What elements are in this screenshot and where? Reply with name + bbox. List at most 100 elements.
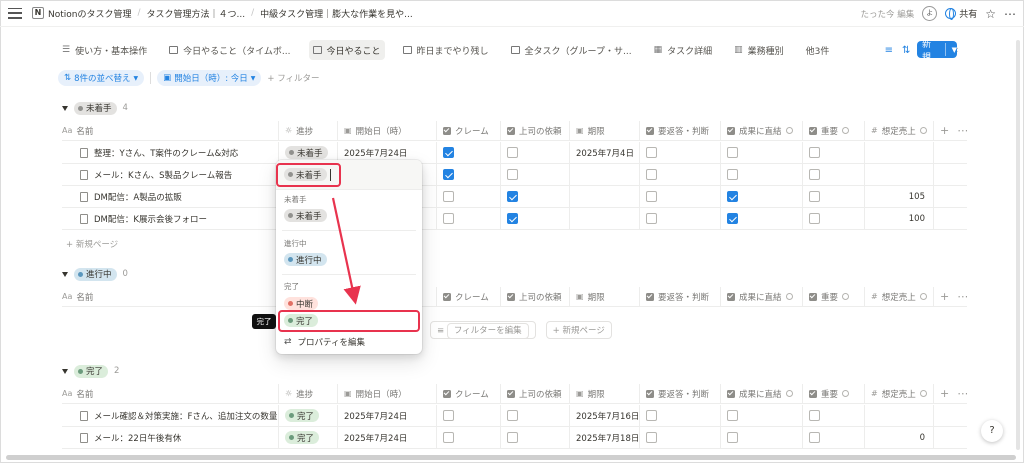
checkbox[interactable]: [443, 213, 454, 224]
cell-claim[interactable]: [436, 405, 500, 426]
tab-all-tasks[interactable]: 全タスク（グループ・サ...: [507, 40, 636, 60]
share-button[interactable]: 共有: [945, 7, 977, 20]
checkbox[interactable]: [507, 191, 518, 202]
date-filter-chip[interactable]: ▣ 開始日（時）: 今日 ▼: [157, 70, 262, 86]
horizontal-scrollbar[interactable]: [6, 455, 1016, 460]
checkbox[interactable]: [507, 147, 518, 158]
checkbox[interactable]: [809, 213, 820, 224]
tab-more[interactable]: 他3件: [802, 40, 834, 60]
cell-claim[interactable]: [436, 164, 500, 185]
vertical-scrollbar[interactable]: [1016, 40, 1020, 450]
add-column-icon[interactable]: +: [940, 124, 949, 137]
add-filter-button[interactable]: + フィルター: [267, 72, 319, 84]
cell-boss[interactable]: [500, 186, 569, 207]
cell-start[interactable]: 2025年7月24日: [337, 405, 436, 426]
checkbox[interactable]: [809, 432, 820, 443]
column-header-result[interactable]: 成果に直結: [720, 121, 802, 140]
cell-claim[interactable]: [436, 186, 500, 207]
table-row[interactable]: 整理：Yさん、T案件のクレーム&対応 未着手 2025年7月24日 2025年7月4日: [62, 142, 967, 164]
checkbox[interactable]: [727, 432, 738, 443]
checkbox[interactable]: [443, 191, 454, 202]
cell-important[interactable]: [802, 427, 864, 448]
sort-chip[interactable]: ⇅ 8件の並べ替え ▼: [58, 70, 145, 86]
breadcrumb-item[interactable]: Notionのタスク管理: [48, 7, 131, 20]
help-icon[interactable]: ?: [981, 420, 1003, 442]
status-badge[interactable]: 完了: [285, 409, 320, 422]
add-column-icon[interactable]: +: [940, 290, 949, 303]
add-page-button[interactable]: + 新規ページ: [66, 238, 118, 250]
checkbox[interactable]: [809, 147, 820, 158]
more-icon[interactable]: ⋯: [957, 124, 967, 137]
cell-sales[interactable]: 100: [864, 208, 933, 229]
filter-icon[interactable]: ≡: [885, 45, 893, 56]
status-option-stopped[interactable]: 中断: [284, 297, 319, 310]
column-header-result[interactable]: 成果に直結: [720, 384, 802, 403]
cell-important[interactable]: [802, 186, 864, 207]
tab-business-type[interactable]: ▥ 業務種別: [730, 40, 788, 60]
group-header-done[interactable]: 完了 2: [62, 364, 119, 378]
row-title[interactable]: メール：Kさん、S製品クレーム報告: [94, 169, 232, 181]
more-icon[interactable]: ⋯: [1004, 7, 1016, 21]
column-header-reply[interactable]: 要返答・判断: [639, 384, 720, 403]
more-icon[interactable]: ⋯: [957, 290, 967, 303]
cell-result[interactable]: [720, 208, 802, 229]
column-header-important[interactable]: 重要: [802, 121, 864, 140]
checkbox[interactable]: [646, 147, 657, 158]
column-header-claim[interactable]: クレーム: [436, 384, 500, 403]
cell-reply[interactable]: [639, 142, 720, 163]
edit-property-button[interactable]: ⇄ プロパティを編集: [284, 336, 365, 348]
column-header-start[interactable]: ▣ 開始日（時）: [337, 384, 436, 403]
avatar[interactable]: よ: [922, 6, 938, 21]
cell-important[interactable]: [802, 208, 864, 229]
checkbox[interactable]: [727, 147, 738, 158]
cell-deadline[interactable]: [569, 186, 639, 207]
cell-boss[interactable]: [500, 405, 569, 426]
add-column-icon[interactable]: +: [940, 387, 949, 400]
checkbox[interactable]: [443, 410, 454, 421]
cell-name[interactable]: メール：22日午後有休: [62, 427, 278, 448]
column-header-reply[interactable]: 要返答・判断: [639, 121, 720, 140]
checkbox[interactable]: [443, 432, 454, 443]
cell-name[interactable]: DM配信：K展示会後フォロー: [62, 208, 278, 229]
checkbox[interactable]: [507, 213, 518, 224]
row-title[interactable]: メール確認＆対策実施：Fさん、追加注文の数量: [94, 410, 277, 422]
table-row[interactable]: DM配信：K展示会後フォロー 100: [62, 208, 967, 230]
tab-today-timebox[interactable]: 今日やること（タイムボ...: [165, 40, 294, 60]
cell-claim[interactable]: [436, 142, 500, 163]
column-header-deadline[interactable]: ▣ 期限: [569, 121, 639, 140]
row-title[interactable]: 整理：Yさん、T案件のクレーム&対応: [94, 147, 238, 159]
column-header-boss[interactable]: 上司の依頼: [500, 121, 569, 140]
column-header-start[interactable]: ▣ 開始日（時）: [337, 121, 436, 140]
breadcrumb-item[interactable]: タスク管理方法｜４つ...: [147, 7, 246, 20]
checkbox[interactable]: [646, 191, 657, 202]
checkbox[interactable]: [809, 169, 820, 180]
cell-result[interactable]: [720, 427, 802, 448]
column-header-name[interactable]: Aa 名前: [62, 121, 278, 140]
cell-boss[interactable]: [500, 208, 569, 229]
column-header-sales[interactable]: # 想定売上: [864, 384, 933, 403]
group-header-in-progress[interactable]: 進行中 0: [62, 267, 128, 281]
column-header-boss[interactable]: 上司の依頼: [500, 384, 569, 403]
status-badge[interactable]: 完了: [285, 431, 320, 444]
cell-reply[interactable]: [639, 208, 720, 229]
cell-deadline[interactable]: [569, 164, 639, 185]
checkbox[interactable]: [443, 169, 454, 180]
tab-usage[interactable]: ☰ 使い方・基本操作: [58, 40, 151, 60]
breadcrumb-item[interactable]: 中級タスク管理｜膨大な作業を見や...: [260, 7, 413, 20]
checkbox[interactable]: [727, 213, 738, 224]
new-button[interactable]: 新規 ▼: [917, 40, 957, 63]
cell-name[interactable]: メール：Kさん、S製品クレーム報告: [62, 164, 278, 185]
cell-sales[interactable]: 105: [864, 186, 933, 207]
tab-task-detail[interactable]: ▦ タスク詳細: [650, 40, 717, 60]
cell-deadline[interactable]: 2025年7月18日: [569, 427, 639, 448]
status-option-in-progress[interactable]: 進行中: [284, 253, 327, 266]
column-header-name[interactable]: Aa 名前: [62, 287, 278, 306]
collapse-icon[interactable]: [62, 368, 68, 374]
new-page-button[interactable]: + 新規ページ: [545, 321, 612, 339]
table-row[interactable]: メール確認＆対策実施：Fさん、追加注文の数量 完了 2025年7月24日 2025年7…: [62, 405, 967, 427]
collapse-icon[interactable]: [62, 105, 68, 111]
column-header-important[interactable]: 重要: [802, 287, 864, 306]
checkbox[interactable]: [507, 169, 518, 180]
checkbox[interactable]: [727, 169, 738, 180]
cell-deadline[interactable]: 2025年7月4日: [569, 142, 639, 163]
